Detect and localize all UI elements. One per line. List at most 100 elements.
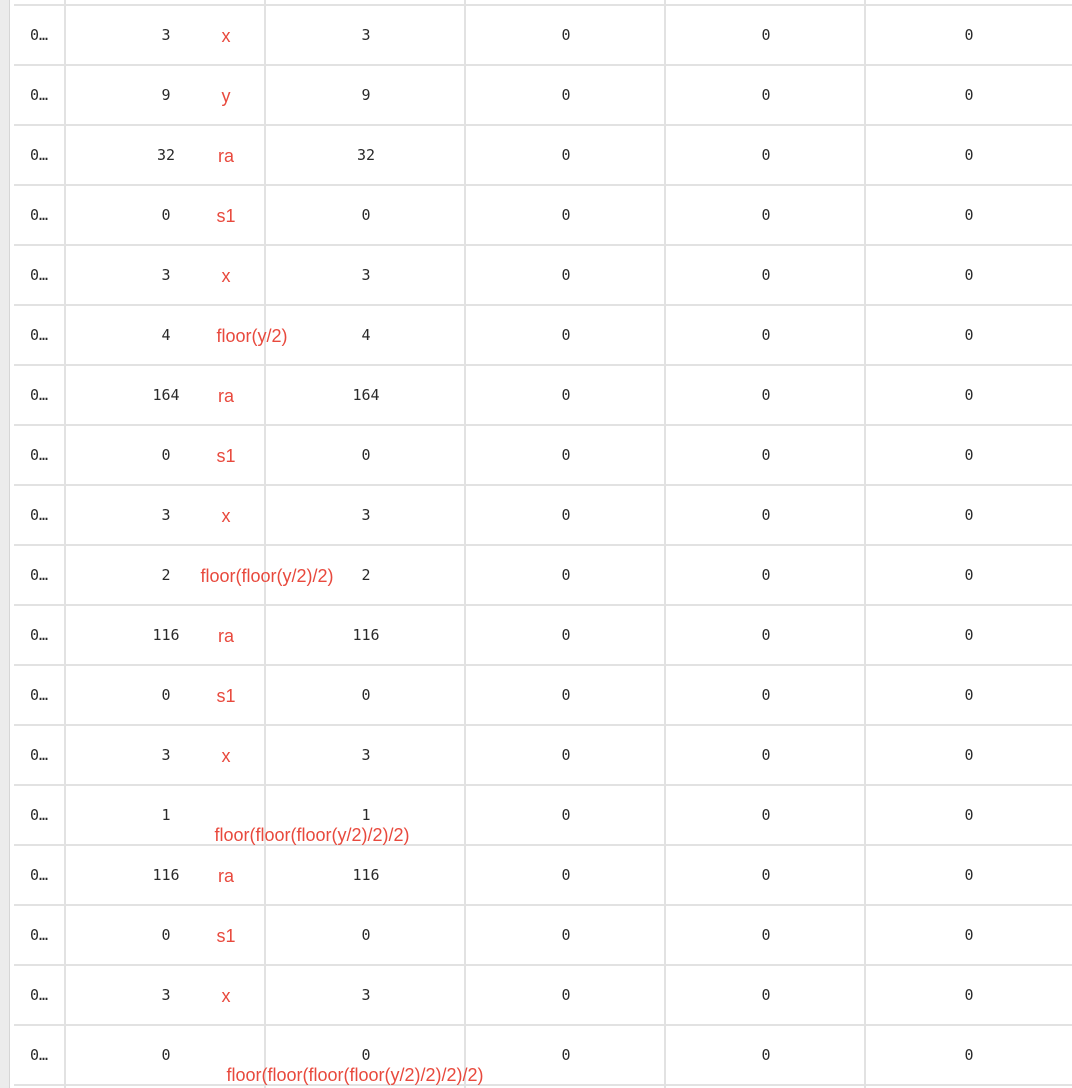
value-cell-4: 0 xyxy=(761,446,771,464)
table-row[interactable]: 0… 32 32 0 0 0 ra xyxy=(14,126,1072,186)
address-cell: 0… xyxy=(30,866,49,884)
value-cell-2: 9 xyxy=(361,86,371,104)
value-cell: 0 xyxy=(66,426,266,484)
table-row[interactable]: 0… 116 116 0 0 0 ra xyxy=(14,606,1072,666)
value-cell-5: 0 xyxy=(964,386,974,404)
table-row[interactable]: 0… 0 0 0 0 0 s1 xyxy=(14,426,1072,486)
table-row[interactable]: 0… 0 0 0 0 0 floor(floor(floor(floor(y/2)/2)/2… xyxy=(14,1026,1072,1086)
value-text: 4 xyxy=(161,326,171,344)
table-row[interactable]: 0… 164 164 0 0 0 ra xyxy=(14,366,1072,426)
memory-table: 0… 3 3 0 0 0 x 0… 9 9 0 0 0 y 0… 32 32 0 0 0 ra 0… 0 0 0 0 0 s1 0… 3 3… xyxy=(14,0,1072,1088)
value-cell: 32 xyxy=(66,126,266,184)
register-annotation: x xyxy=(221,266,231,286)
value-cell-2: 32 xyxy=(356,146,376,164)
value-cell: 164 xyxy=(66,366,266,424)
register-annotation: floor(floor(floor(floor(y/2)/2)/2)/2) xyxy=(226,1065,484,1085)
value-cell-2: 3 xyxy=(361,986,371,1004)
address-cell: 0… xyxy=(30,926,49,944)
value-cell-5: 0 xyxy=(964,626,974,644)
value-cell-2: 0 xyxy=(361,686,371,704)
value-text: 1 xyxy=(161,806,171,824)
register-annotation: floor(floor(y/2)/2) xyxy=(200,566,334,586)
register-annotation: ra xyxy=(217,386,235,406)
value-cell-4: 0 xyxy=(761,326,771,344)
value-cell-3: 0 xyxy=(561,1046,571,1064)
value-text: 9 xyxy=(161,86,171,104)
value-cell-2: 3 xyxy=(361,26,371,44)
value-cell: 0 xyxy=(66,666,266,724)
value-cell-5: 0 xyxy=(964,506,974,524)
table-row[interactable]: 0… 3 3 0 0 0 x xyxy=(14,6,1072,66)
value-cell-5: 0 xyxy=(964,746,974,764)
value-cell-2: 3 xyxy=(361,746,371,764)
register-annotation: y xyxy=(221,86,231,106)
value-cell-2: 3 xyxy=(361,506,371,524)
table-row[interactable]: 0… 3 3 0 0 0 x xyxy=(14,966,1072,1026)
register-annotation: ra xyxy=(217,146,235,166)
table-row[interactable]: 0… 0 0 0 0 0 s1 xyxy=(14,906,1072,966)
value-cell-3: 0 xyxy=(561,266,571,284)
register-annotation: s1 xyxy=(216,686,236,706)
value-text: 0 xyxy=(161,686,171,704)
table-row[interactable]: 0… 4 4 0 0 0 floor(y/2) xyxy=(14,306,1072,366)
value-cell-2: 116 xyxy=(352,626,380,644)
register-annotation: ra xyxy=(217,626,235,646)
table-row[interactable]: 0… 0 0 0 0 0 s1 xyxy=(14,186,1072,246)
address-cell: 0… xyxy=(30,266,49,284)
register-annotation: x xyxy=(221,506,231,526)
value-cell-3: 0 xyxy=(561,86,571,104)
value-cell-3: 0 xyxy=(561,866,571,884)
address-cell: 0… xyxy=(30,206,49,224)
value-cell: 3 xyxy=(66,726,266,784)
table-row[interactable]: 0… 0 0 0 0 0 s1 xyxy=(14,666,1072,726)
value-cell-3: 0 xyxy=(561,986,571,1004)
address-cell: 0… xyxy=(30,326,49,344)
value-cell-4: 0 xyxy=(761,626,771,644)
register-annotation: ra xyxy=(217,866,235,886)
value-text: 116 xyxy=(152,626,180,644)
value-cell-4: 0 xyxy=(761,866,771,884)
address-cell: 0… xyxy=(30,1046,49,1064)
address-cell: 0… xyxy=(30,506,49,524)
value-cell-3: 0 xyxy=(561,626,571,644)
value-cell-3: 0 xyxy=(561,686,571,704)
value-cell-5: 0 xyxy=(964,86,974,104)
value-cell-3: 0 xyxy=(561,206,571,224)
value-cell-2: 4 xyxy=(361,326,371,344)
table-row[interactable]: 0… 3 3 0 0 0 x xyxy=(14,726,1072,786)
value-text: 2 xyxy=(161,566,171,584)
value-cell: 116 xyxy=(66,846,266,904)
address-cell: 0… xyxy=(30,26,49,44)
register-annotation: x xyxy=(221,746,231,766)
value-cell-5: 0 xyxy=(964,326,974,344)
value-cell-3: 0 xyxy=(561,566,571,584)
address-cell: 0… xyxy=(30,806,49,824)
value-cell-4: 0 xyxy=(761,806,771,824)
value-text: 3 xyxy=(161,26,171,44)
value-cell-2: 164 xyxy=(352,386,380,404)
value-text: 3 xyxy=(161,266,171,284)
register-annotation: floor(floor(floor(y/2)/2)/2) xyxy=(214,825,410,845)
value-text: 0 xyxy=(161,446,171,464)
value-cell-5: 0 xyxy=(964,566,974,584)
value-cell-5: 0 xyxy=(964,926,974,944)
value-cell-4: 0 xyxy=(761,566,771,584)
address-cell: 0… xyxy=(30,86,49,104)
value-cell-5: 0 xyxy=(964,446,974,464)
value-cell-3: 0 xyxy=(561,806,571,824)
value-cell: 9 xyxy=(66,66,266,124)
value-cell-5: 0 xyxy=(964,1046,974,1064)
table-row[interactable]: 0… 3 3 0 0 0 x xyxy=(14,246,1072,306)
table-row[interactable]: 0… 116 116 0 0 0 ra xyxy=(14,846,1072,906)
value-cell-5: 0 xyxy=(964,206,974,224)
table-row[interactable]: 0… 9 9 0 0 0 y xyxy=(14,66,1072,126)
register-annotation: floor(y/2) xyxy=(216,326,288,346)
table-row[interactable]: 0… 2 2 0 0 0 floor(floor(y/2)/2) xyxy=(14,546,1072,606)
table-row[interactable]: 0… 1 1 0 0 0 floor(floor(floor(y/2)/2)/2) xyxy=(14,786,1072,846)
table-row[interactable]: 0… 3 3 0 0 0 x xyxy=(14,486,1072,546)
value-text: 164 xyxy=(152,386,180,404)
value-text: 3 xyxy=(161,506,171,524)
address-cell: 0… xyxy=(30,566,49,584)
value-cell-3: 0 xyxy=(561,506,571,524)
value-cell-4: 0 xyxy=(761,206,771,224)
